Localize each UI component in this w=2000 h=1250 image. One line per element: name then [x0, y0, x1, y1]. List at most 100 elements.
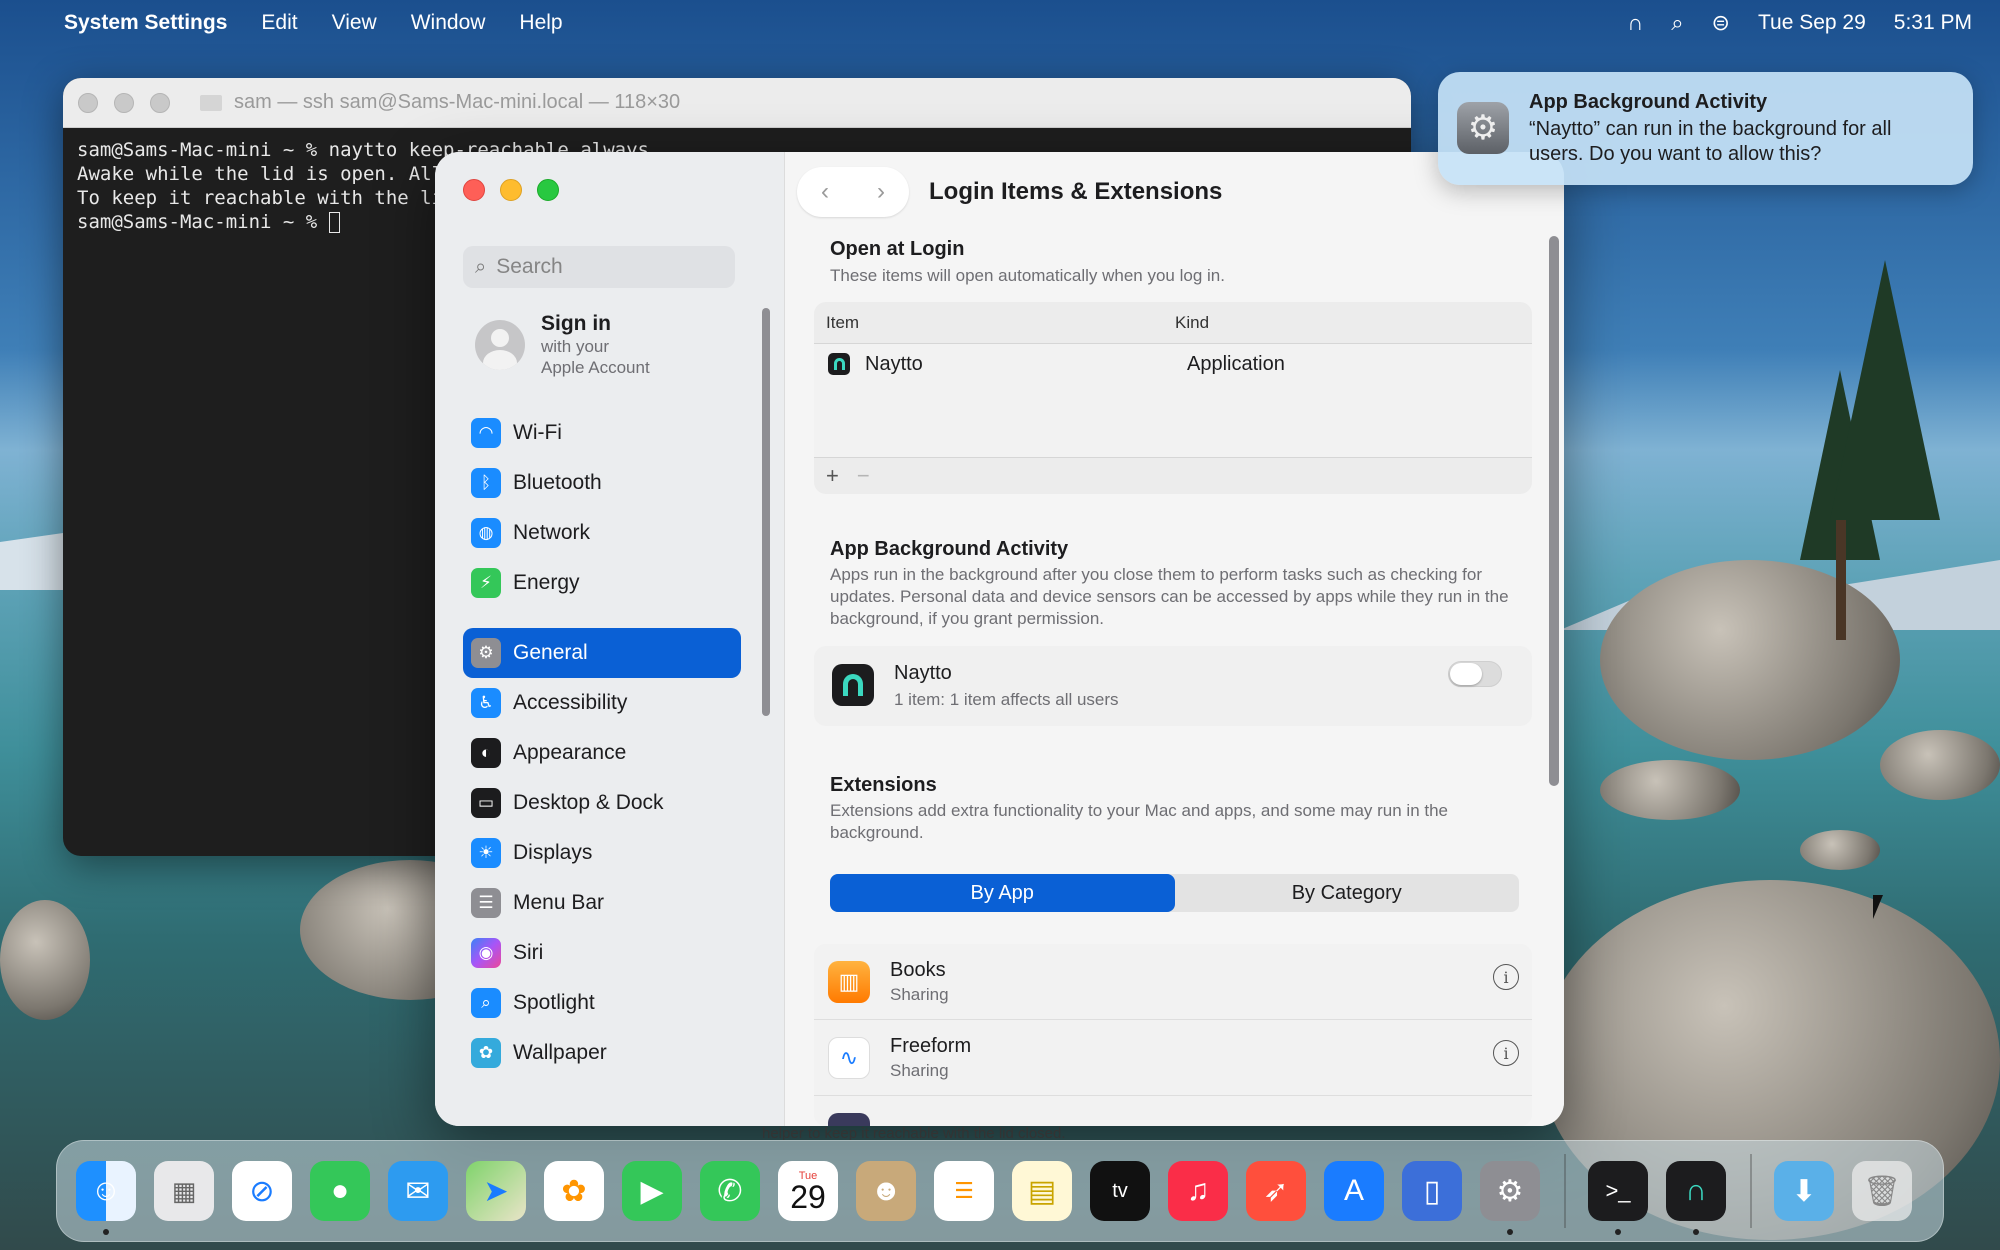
bluetooth-icon: ᛒ	[471, 468, 501, 498]
sidebar-item-appearance[interactable]: ◐ Appearance	[463, 728, 741, 778]
sidebar-item-label: Menu Bar	[513, 891, 605, 914]
sidebar-item-wifi[interactable]: ◠ Wi-Fi	[463, 408, 741, 458]
forward-button[interactable]: ›	[877, 178, 885, 206]
table-row[interactable]: Naytto Application	[814, 344, 1532, 384]
menu-window[interactable]: Window	[411, 11, 486, 35]
search-field[interactable]: ⌕	[463, 246, 735, 288]
system-settings-gear-icon: ⚙	[1457, 102, 1509, 154]
sidebar-item-displays[interactable]: ☀ Displays	[463, 828, 741, 878]
sidebar-item-bluetooth[interactable]: ᛒ Bluetooth	[463, 458, 741, 508]
info-icon[interactable]: i	[1493, 964, 1519, 990]
sidebar-scrollbar[interactable]	[762, 308, 770, 716]
sidebar-item-network[interactable]: ◍ Network	[463, 508, 741, 558]
close-button[interactable]	[463, 179, 485, 201]
extensions-segmented-control: By App By Category	[830, 874, 1519, 912]
terminal-zoom-button[interactable]	[150, 92, 170, 113]
sidebar-item-desktop-dock[interactable]: ▭ Desktop & Dock	[463, 778, 741, 828]
navigation-buttons: ‹ ›	[797, 167, 909, 217]
flower-icon: ✿	[471, 1038, 501, 1068]
launchpad-icon[interactable]: ▦	[154, 1161, 214, 1221]
terminal-titlebar[interactable]: sam — ssh sam@Sams-Mac-mini.local — 118×…	[63, 78, 1411, 128]
zoom-button[interactable]	[537, 179, 559, 201]
sidebar-item-accessibility[interactable]: ♿ Accessibility	[463, 678, 741, 728]
trash-icon[interactable]: 🗑	[1852, 1161, 1912, 1221]
sidebar-group-system: ⚙ General ♿ Accessibility ◐ Appearance ▭ Des…	[463, 628, 741, 1078]
extension-name: Books	[890, 958, 946, 981]
wifi-icon: ◠	[471, 418, 501, 448]
sign-in-title: Sign in	[541, 312, 611, 335]
minimize-button[interactable]	[500, 179, 522, 201]
menu-view[interactable]: View	[332, 11, 377, 35]
add-button[interactable]: +	[826, 463, 839, 489]
sidebar-item-label: Desktop & Dock	[513, 791, 664, 814]
sidebar-item-label: Displays	[513, 841, 593, 864]
sidebar-item-menu-bar[interactable]: ☰ Menu Bar	[463, 878, 741, 928]
contacts-icon[interactable]: ☻	[856, 1161, 916, 1221]
menubar-time[interactable]: 5:31 PM	[1894, 11, 1972, 35]
terminal-icon[interactable]: >_	[1588, 1161, 1648, 1235]
music-icon[interactable]: ♫	[1168, 1161, 1228, 1221]
terminal-minimize-button[interactable]	[114, 92, 134, 113]
notification-banner[interactable]: ⚙ App Background Activity “Naytto” can r…	[1438, 72, 1973, 185]
by-category-segment[interactable]: By Category	[1175, 874, 1520, 912]
finder-icon[interactable]: ☺	[76, 1161, 136, 1235]
sidebar-item-general[interactable]: ⚙ General	[463, 628, 741, 678]
content-scrollbar[interactable]	[1549, 236, 1559, 786]
menu-help[interactable]: Help	[519, 11, 562, 35]
back-button[interactable]: ‹	[821, 178, 829, 206]
open-at-login-desc: These items will open automatically when…	[830, 266, 1225, 285]
menu-app-name[interactable]: System Settings	[64, 11, 227, 35]
notes-icon[interactable]: ▤	[1012, 1161, 1072, 1221]
naytto-icon[interactable]: ∩	[1666, 1161, 1726, 1235]
mail-icon[interactable]: ✉	[388, 1161, 448, 1221]
sidebar-item-siri[interactable]: ◉ Siri	[463, 928, 741, 978]
safari-icon[interactable]: ⊘	[232, 1161, 292, 1221]
downloads-folder-icon[interactable]: ⬇	[1774, 1161, 1834, 1221]
phone-icon[interactable]: ✆	[700, 1161, 760, 1221]
helper-text-content: helper to keep it reachable with the lid…	[762, 1126, 1066, 1140]
running-indicator	[103, 1229, 109, 1235]
menubar-icon: ☰	[471, 888, 501, 918]
dock-icon: ▭	[471, 788, 501, 818]
info-icon[interactable]: i	[1493, 1040, 1519, 1066]
background-toggle[interactable]	[1448, 661, 1502, 687]
column-header-item[interactable]: Item	[814, 313, 1175, 333]
messages-icon[interactable]: ●	[310, 1161, 370, 1221]
spotlight-search-icon[interactable]: ⌕	[1671, 10, 1683, 36]
terminal-close-button[interactable]	[78, 92, 98, 113]
naytto-menubar-icon[interactable]: ∩	[1627, 10, 1643, 36]
sidebar-group-network: ◠ Wi-Fi ᛒ Bluetooth ◍ Network ⚡ Energy	[463, 408, 741, 608]
list-item[interactable]: ▥ Books Sharing i	[814, 944, 1532, 1020]
search-input[interactable]	[496, 255, 717, 279]
app-store-icon[interactable]: A	[1324, 1161, 1384, 1221]
remove-button[interactable]: −	[857, 463, 870, 489]
dock: ☺ ▦ ⊘ ● ✉ ➤ ✿ ▶ ✆ Tue 29 ☻ ☰ ▤ tv ♫ ➶ A ▯…	[56, 1140, 1944, 1242]
tv-icon[interactable]: tv	[1090, 1161, 1150, 1221]
siri-icon: ◉	[471, 938, 501, 968]
background-activity-title: App Background Activity	[830, 538, 1069, 560]
menu-edit[interactable]: Edit	[261, 11, 297, 35]
facetime-icon[interactable]: ▶	[622, 1161, 682, 1221]
calendar-icon[interactable]: Tue 29	[778, 1161, 838, 1221]
keynote-icon[interactable]: ➶	[1246, 1161, 1306, 1221]
books-icon: ▥	[828, 960, 870, 1003]
maps-icon[interactable]: ➤	[466, 1161, 526, 1221]
photos-icon[interactable]: ✿	[544, 1161, 604, 1221]
running-indicator	[1507, 1229, 1513, 1235]
list-item[interactable]: ∿ Freeform Sharing i	[814, 1020, 1532, 1096]
background-app-sub: 1 item: 1 item affects all users	[894, 690, 1119, 709]
by-app-segment[interactable]: By App	[830, 874, 1175, 912]
control-center-icon[interactable]: ⊜	[1712, 10, 1730, 36]
background-item-card: Naytto 1 item: 1 item affects all users	[814, 646, 1532, 726]
iphone-mirroring-icon[interactable]: ▯	[1402, 1161, 1462, 1221]
column-header-kind[interactable]: Kind	[1175, 313, 1209, 333]
system-settings-icon[interactable]: ⚙	[1480, 1161, 1540, 1235]
sign-in-item[interactable]: Sign in with your Apple Account	[475, 312, 650, 378]
helper-text: helper to keep it reachable with the lid…	[657, 1126, 1345, 1140]
menubar-date[interactable]: Tue Sep 29	[1758, 11, 1866, 35]
sidebar-item-spotlight[interactable]: ⌕ Spotlight	[463, 978, 741, 1028]
reminders-icon[interactable]: ☰	[934, 1161, 994, 1221]
sidebar-item-wallpaper[interactable]: ✿ Wallpaper	[463, 1028, 741, 1078]
list-item-partial[interactable]	[814, 1096, 1532, 1126]
sidebar-item-energy[interactable]: ⚡ Energy	[463, 558, 741, 608]
